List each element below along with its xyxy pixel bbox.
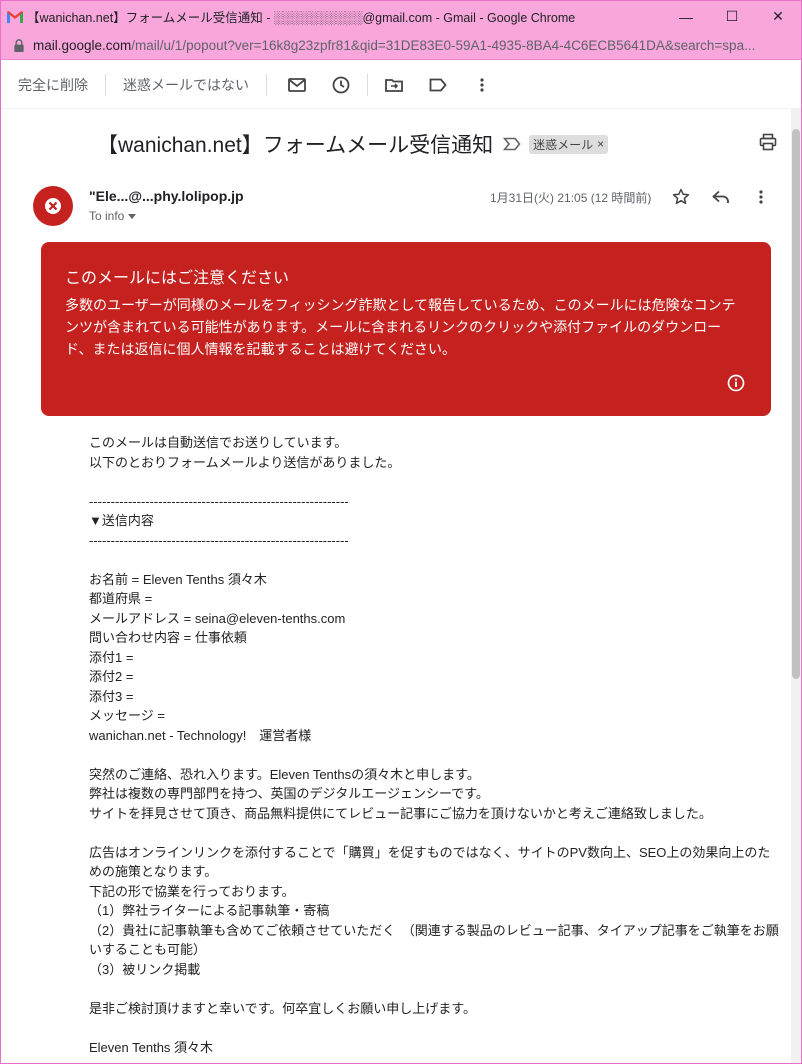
body-line: 広告はオンラインリンクを添付することで「購買」を促すものではなく、サイトのPV数… — [89, 844, 771, 880]
body-line: メッセージ = — [89, 708, 165, 723]
snooze-button[interactable] — [319, 67, 363, 103]
address-bar[interactable]: mail.google.com/mail/u/1/popout?ver=16k8… — [1, 32, 801, 60]
label-button[interactable] — [416, 67, 460, 103]
label-icon — [429, 78, 447, 91]
body-line — [89, 823, 779, 843]
reply-button[interactable] — [709, 185, 733, 209]
delete-forever-button[interactable]: 完全に削除 — [1, 75, 105, 95]
reply-icon — [712, 190, 729, 203]
body-line: 是非ご検討頂けますと幸いです。何卒宜しくお願い申し上げます。 — [89, 1000, 477, 1016]
close-button[interactable]: ✕ — [755, 1, 801, 32]
warning-title: このメールにはご注意ください — [65, 270, 290, 287]
url-text[interactable]: mail.google.com/mail/u/1/popout?ver=16k8… — [33, 38, 755, 53]
recipient-details[interactable]: To info — [89, 209, 137, 223]
body-line: 問い合わせ内容 = 仕事依頼 — [89, 630, 247, 645]
chevron-down-icon — [128, 213, 137, 219]
window-controls: — ☐ ✕ — [663, 1, 801, 32]
message-date: 1月31日(火) 21:05 (12 時間前) — [490, 191, 652, 205]
info-icon[interactable] — [727, 374, 745, 392]
body-line: ▼送信内容 — [89, 513, 154, 528]
body-line: ----------------------------------------… — [89, 532, 349, 548]
body-line: 添付3 = — [89, 688, 134, 704]
to-info-text: To info — [89, 209, 125, 223]
body-line: ----------------------------------------… — [89, 493, 349, 509]
clock-icon — [332, 76, 350, 93]
body-line — [89, 1018, 779, 1038]
sender-name[interactable]: "Ele...@...phy.lolipop.jp — [89, 188, 244, 204]
body-line: お名前 = Eleven Tenths 須々木 — [89, 571, 267, 587]
lock-icon — [14, 39, 24, 52]
mail-toolbar: 完全に削除 迷惑メールではない — [1, 61, 801, 109]
scrollbar-thumb[interactable] — [792, 129, 800, 679]
more-vert-icon — [759, 190, 763, 204]
minimize-button[interactable]: — — [663, 1, 709, 32]
body-line — [89, 472, 779, 492]
important-icon[interactable] — [503, 137, 521, 151]
body-line: （1）弊社ライターによる記事執筆・寄稿 — [89, 903, 330, 918]
mark-unread-button[interactable] — [275, 67, 319, 103]
remove-label-button[interactable]: × — [597, 137, 604, 151]
body-line — [89, 745, 779, 765]
title-bar: 【wanichan.net】フォームメール受信通知 - ░░░░░░░░░░@g… — [1, 1, 801, 32]
body-line: このメールは自動送信でお送りしています。 — [89, 435, 348, 450]
window-title: 【wanichan.net】フォームメール受信通知 - ░░░░░░░░░░@g… — [27, 11, 576, 25]
body-line — [89, 979, 779, 999]
more-button[interactable] — [460, 67, 504, 103]
toolbar-divider — [367, 73, 368, 96]
body-line: 突然のご連絡、恐れ入ります。Eleven Tenthsの須々木と申します。 — [89, 766, 480, 782]
body-line: 添付2 = — [89, 669, 134, 684]
phishing-warning-banner: このメールにはご注意ください 多数のユーザーが同様のメールをフィッシング詐欺とし… — [41, 242, 771, 416]
body-line: 下記の形で協業を行っております。 — [89, 883, 295, 899]
subject: 【wanichan.net】フォームメール受信通知 — [97, 134, 494, 157]
body-line: wanichan.net - Technology! 運営者様 — [89, 727, 312, 743]
body-line: Eleven Tenths 須々木 — [89, 1039, 214, 1055]
avatar — [33, 186, 73, 226]
warning-body: 多数のユーザーが同様のメールをフィッシング詐欺として報告しているため、このメール… — [65, 297, 736, 357]
spam-label-chip: 迷惑メール × — [529, 134, 609, 154]
spam-label-text: 迷惑メール — [533, 137, 594, 152]
blocked-avatar-icon — [45, 198, 61, 214]
maximize-button[interactable]: ☐ — [709, 1, 755, 32]
toolbar-divider — [266, 73, 267, 96]
move-to-icon — [385, 78, 403, 92]
chrome-window: 【wanichan.net】フォームメール受信通知 - ░░░░░░░░░░@g… — [0, 0, 802, 1064]
star-icon — [672, 188, 690, 205]
move-to-button[interactable] — [372, 67, 416, 103]
mail-icon — [288, 77, 306, 92]
not-spam-button[interactable]: 迷惑メールではない — [106, 75, 266, 95]
body-line: メールアドレス = seina@eleven-tenths.com — [89, 610, 346, 626]
star-button[interactable] — [669, 185, 693, 209]
gmail-logo-icon — [7, 10, 23, 23]
body-line: サイトを拝見させて頂き、商品無料提供にてレビュー記事にご協力を頂けないかと考えご… — [89, 805, 712, 821]
message-body: このメールは自動送信でお送りしています。以下のとおりフォームメールより送信があり… — [89, 433, 779, 1057]
body-line: 弊社は複数の専門部門を持つ、英国のデジタルエージェンシーです。 — [89, 786, 489, 801]
print-icon[interactable] — [759, 133, 777, 151]
url-host: mail.google.com — [33, 38, 132, 53]
body-line: 都道府県 = — [89, 591, 153, 606]
body-line: （2）貴社に記事執筆も含めてご依頼させていただく （関連する製品のレビュー記事、… — [89, 922, 779, 958]
body-line: 添付1 = — [89, 649, 134, 665]
body-line — [89, 550, 779, 570]
body-line: （3）被リンク掲載 — [89, 961, 201, 977]
body-line: 以下のとおりフォームメールより送信がありました。 — [89, 454, 401, 470]
url-path: /mail/u/1/popout?ver=16k8g23zpfr81&qid=3… — [131, 38, 756, 53]
message-more-button[interactable] — [749, 185, 773, 209]
subject-row: 【wanichan.net】フォームメール受信通知 迷惑メール × — [97, 129, 777, 159]
more-vert-icon — [480, 77, 484, 92]
